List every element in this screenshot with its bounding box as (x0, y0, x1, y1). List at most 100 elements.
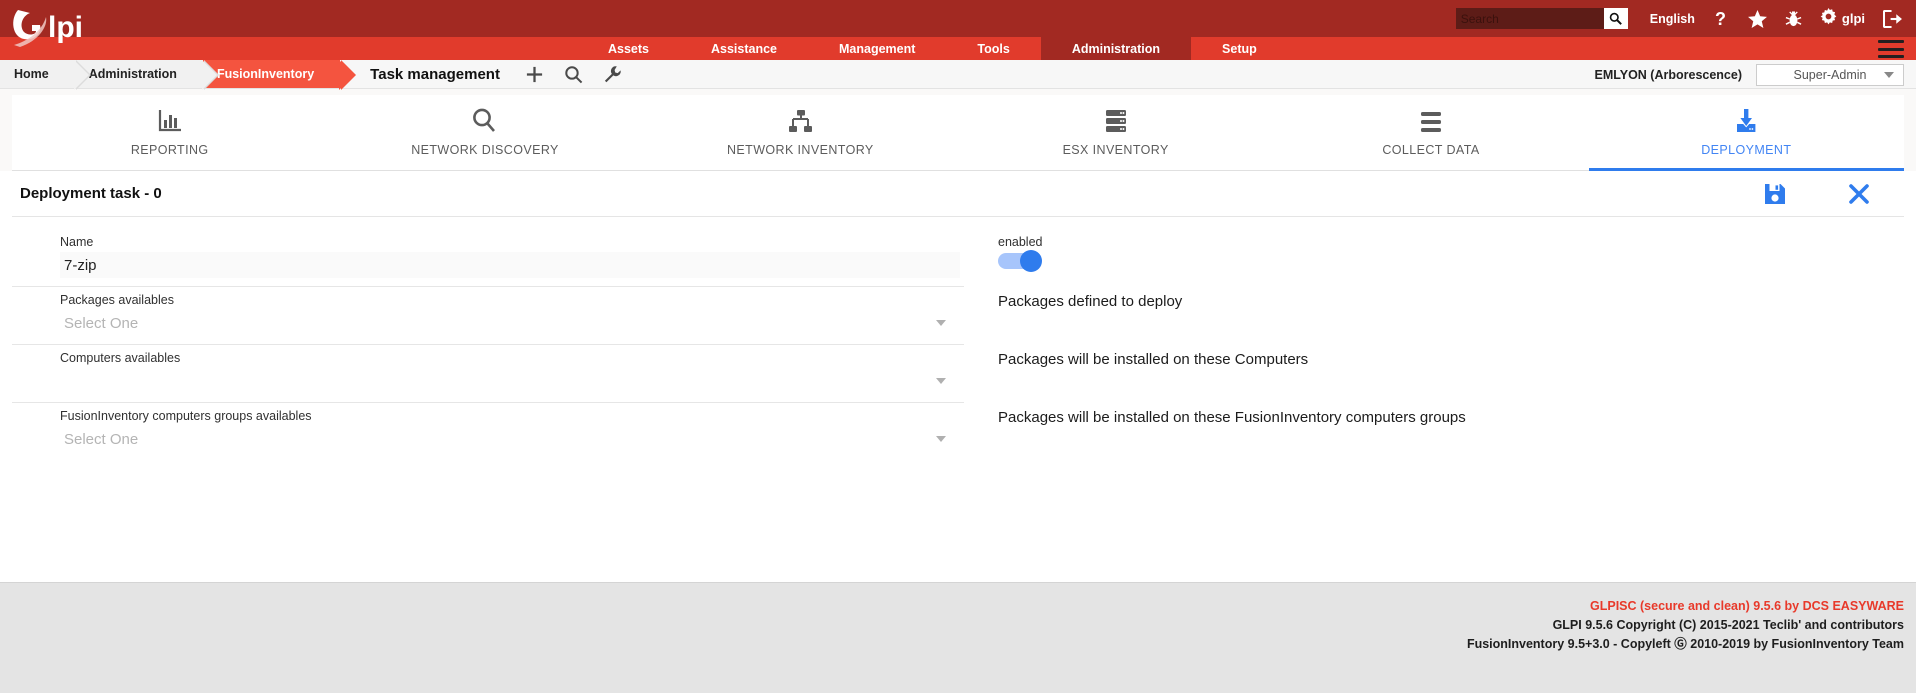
bar-chart-icon (157, 108, 183, 134)
form-row-name: Name 7-zip enabled (12, 229, 1904, 287)
breadcrumb-bar: Home Administration FusionInventory Task… (0, 60, 1916, 90)
svg-text:lpi: lpi (48, 11, 83, 44)
nav-item-management[interactable]: Management (808, 37, 946, 60)
footer-copyright-line: GLPI 9.5.6 Copyright (C) 2015-2021 Tecli… (1552, 618, 1904, 632)
global-search (1455, 8, 1628, 29)
tab-label-network-inventory: NETWORK INVENTORY (727, 143, 874, 157)
tab-label-deployment: DEPLOYMENT (1701, 143, 1792, 157)
footer-brand-line: GLPISC (secure and clean) 9.5.6 by DCS E… (1590, 599, 1904, 613)
breadcrumb-item-home[interactable]: Home (0, 60, 91, 90)
groups-select-placeholder: Select One (64, 430, 139, 448)
computers-label: Computers availables (60, 351, 181, 365)
logout-icon[interactable] (1883, 9, 1902, 28)
search-input[interactable] (1455, 8, 1604, 29)
computers-field-group: Computers availables (12, 345, 964, 403)
chevron-down-icon (936, 436, 946, 442)
computers-help-text: Packages will be installed on these Comp… (998, 351, 1309, 368)
glpi-logo[interactable]: lpi (10, 5, 130, 51)
chevron-down-icon (1884, 71, 1894, 78)
search-icon[interactable] (564, 65, 583, 84)
page-action-icons (525, 60, 622, 88)
save-icon[interactable] (1764, 183, 1786, 205)
computers-help-group: Packages will be installed on these Comp… (964, 345, 1308, 368)
download-icon (1733, 108, 1759, 134)
entity-label: EMLYON (Arborescence) (1594, 67, 1743, 82)
packages-label: Packages availables (60, 293, 174, 307)
user-menu[interactable]: glpi (1820, 7, 1865, 30)
header-right-controls: English ? (1455, 0, 1902, 37)
name-field-group: Name 7-zip (12, 229, 964, 287)
gear-icon (1820, 7, 1837, 30)
wrench-icon[interactable] (603, 65, 622, 84)
profile-select-value: Super-Admin (1793, 67, 1867, 82)
tab-label-collect-data: COLLECT DATA (1382, 143, 1480, 157)
packages-select-placeholder: Select One (64, 314, 139, 332)
fusion-tabs: REPORTING NETWORK DISCOVERY NETWORK INVE… (12, 95, 1905, 171)
tab-reporting[interactable]: REPORTING (12, 95, 327, 170)
packages-field-group: Packages availables Select One (12, 287, 964, 345)
chevron-down-icon (936, 378, 946, 384)
tab-collect-data[interactable]: COLLECT DATA (1273, 95, 1588, 170)
nav-item-tools[interactable]: Tools (946, 37, 1040, 60)
chevron-down-icon (936, 320, 946, 326)
network-icon (787, 108, 814, 134)
user-name-label: glpi (1841, 11, 1865, 26)
plus-icon[interactable] (525, 65, 544, 84)
form-row-groups: FusionInventory computers groups availab… (12, 403, 1904, 461)
groups-help-group: Packages will be installed on these Fusi… (964, 403, 1466, 426)
search-submit-button[interactable] (1603, 8, 1628, 29)
name-label: Name (60, 235, 94, 249)
main-navigation: Assets Assistance Management Tools Admin… (0, 37, 1916, 60)
breadcrumb-item-administration[interactable]: Administration (74, 60, 220, 90)
tab-label-reporting: REPORTING (130, 143, 209, 157)
magnifier-icon (471, 108, 498, 134)
page-footer: GLPISC (secure and clean) 9.5.6 by DCS E… (0, 582, 1916, 693)
groups-select[interactable]: Select One (60, 426, 960, 452)
nav-item-assets[interactable]: Assets (577, 37, 680, 60)
breadcrumb: Home Administration FusionInventory (0, 60, 357, 90)
panel-title: Deployment task - 0 (20, 185, 162, 202)
groups-label: FusionInventory computers groups availab… (60, 409, 312, 423)
hamburger-icon[interactable] (1878, 40, 1904, 58)
footer-fusioninventory-line: FusionInventory 9.5+3.0 - Copyleft Ⓖ 201… (1466, 637, 1904, 651)
panel-actions (1764, 183, 1898, 205)
nav-item-assistance[interactable]: Assistance (680, 37, 808, 60)
tab-label-esx-inventory: ESX INVENTORY (1062, 143, 1169, 157)
deployment-task-panel: Deployment task - 0 Name 7-zip enabled P… (0, 171, 1916, 461)
nav-item-setup[interactable]: Setup (1191, 37, 1288, 60)
packages-help-text: Packages defined to deploy (998, 293, 1183, 310)
tab-network-discovery[interactable]: NETWORK DISCOVERY (327, 95, 642, 170)
server-icon (1103, 108, 1129, 134)
profile-select[interactable]: Super-Admin (1756, 63, 1904, 86)
tab-deployment[interactable]: DEPLOYMENT (1588, 95, 1905, 171)
tab-esx-inventory[interactable]: ESX INVENTORY (958, 95, 1273, 170)
form-row-packages: Packages availables Select One Packages … (12, 287, 1904, 345)
help-icon[interactable]: ? (1713, 9, 1730, 28)
breadcrumb-item-fusioninventory[interactable]: FusionInventory (202, 60, 357, 90)
bug-icon[interactable] (1785, 10, 1802, 28)
svg-text:?: ? (1715, 9, 1726, 28)
packages-select[interactable]: Select One (60, 310, 960, 336)
enabled-field-group: enabled (964, 229, 1043, 272)
nav-item-administration[interactable]: Administration (1040, 37, 1192, 60)
tab-label-network-discovery: NETWORK DISCOVERY (411, 143, 559, 157)
computers-select[interactable] (60, 368, 960, 394)
groups-help-text: Packages will be installed on these Fusi… (998, 409, 1466, 426)
packages-help-group: Packages defined to deploy (964, 287, 1182, 310)
fusion-tabs-container: REPORTING NETWORK DISCOVERY NETWORK INVE… (0, 89, 1916, 171)
enabled-toggle[interactable] (998, 250, 1042, 272)
search-icon (1609, 12, 1623, 25)
page-title: Task management (370, 65, 500, 83)
panel-header: Deployment task - 0 (12, 171, 1904, 217)
enabled-label: enabled (998, 235, 1043, 249)
top-header-bar: lpi English ? (0, 0, 1916, 47)
list-icon (1418, 108, 1444, 134)
name-input[interactable]: 7-zip (60, 252, 960, 278)
tab-network-inventory[interactable]: NETWORK INVENTORY (643, 95, 958, 170)
entity-and-profile: EMLYON (Arborescence) Super-Admin (1594, 60, 1904, 89)
star-icon[interactable] (1747, 9, 1767, 28)
toggle-knob (1020, 250, 1042, 272)
close-icon[interactable] (1848, 183, 1870, 205)
groups-field-group: FusionInventory computers groups availab… (12, 403, 964, 461)
language-link[interactable]: English (1650, 12, 1695, 26)
